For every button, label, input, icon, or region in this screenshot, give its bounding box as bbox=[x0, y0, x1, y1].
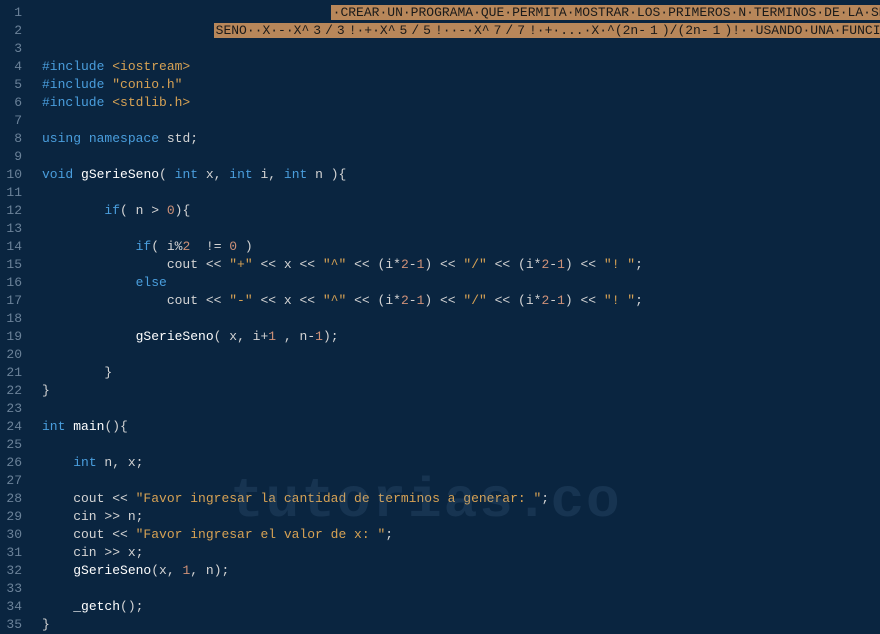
line-number: 13 bbox=[4, 220, 22, 238]
line-number: 32 bbox=[4, 562, 22, 580]
code-line[interactable]: void gSerieSeno( int x, int i, int n ){ bbox=[30, 166, 880, 184]
code-line[interactable]: cin >> n; bbox=[30, 508, 880, 526]
line-number: 18 bbox=[4, 310, 22, 328]
line-number: 10 bbox=[4, 166, 22, 184]
line-number: 11 bbox=[4, 184, 22, 202]
code-line[interactable]: #include <stdlib.h> bbox=[30, 94, 880, 112]
line-number: 28 bbox=[4, 490, 22, 508]
code-line[interactable] bbox=[30, 184, 880, 202]
line-number: 22 bbox=[4, 382, 22, 400]
code-line[interactable]: gSerieSeno( x, i+1 , n-1); bbox=[30, 328, 880, 346]
code-line[interactable]: ·CREAR·UN·PROGRAMA·QUE·PERMITA·MOSTRAR·L… bbox=[30, 4, 880, 22]
code-line[interactable]: #include "conio.h" bbox=[30, 76, 880, 94]
line-number: 12 bbox=[4, 202, 22, 220]
line-number: 8 bbox=[4, 130, 22, 148]
code-line[interactable]: } bbox=[30, 382, 880, 400]
code-line[interactable] bbox=[30, 436, 880, 454]
code-line[interactable]: using namespace std; bbox=[30, 130, 880, 148]
code-line[interactable]: cout << "Favor ingresar el valor de x: "… bbox=[30, 526, 880, 544]
code-line[interactable]: int main(){ bbox=[30, 418, 880, 436]
code-line[interactable]: } bbox=[30, 616, 880, 634]
code-line[interactable]: if( i%2 != 0 ) bbox=[30, 238, 880, 256]
code-line[interactable]: #include <iostream> bbox=[30, 58, 880, 76]
line-number: 2 bbox=[4, 22, 22, 40]
code-line[interactable] bbox=[30, 346, 880, 364]
code-line[interactable]: cout << "Favor ingresar la cantidad de t… bbox=[30, 490, 880, 508]
line-number: 34 bbox=[4, 598, 22, 616]
line-number: 16 bbox=[4, 274, 22, 292]
code-line[interactable]: SENO··X·-·X^3/3!·+·X^5/5!··-·X^7/7!·+·..… bbox=[30, 22, 880, 40]
code-line[interactable] bbox=[30, 220, 880, 238]
code-line[interactable] bbox=[30, 112, 880, 130]
code-line[interactable] bbox=[30, 472, 880, 490]
code-line[interactable]: } bbox=[30, 364, 880, 382]
code-line[interactable] bbox=[30, 148, 880, 166]
code-line[interactable]: _getch(); bbox=[30, 598, 880, 616]
line-number-gutter: 1234567891011121314151617181920212223242… bbox=[0, 0, 30, 560]
code-line[interactable]: gSerieSeno(x, 1, n); bbox=[30, 562, 880, 580]
line-number: 20 bbox=[4, 346, 22, 364]
line-number: 29 bbox=[4, 508, 22, 526]
code-line[interactable]: else bbox=[30, 274, 880, 292]
line-number: 30 bbox=[4, 526, 22, 544]
line-number: 26 bbox=[4, 454, 22, 472]
line-number: 5 bbox=[4, 76, 22, 94]
line-number: 24 bbox=[4, 418, 22, 436]
line-number: 7 bbox=[4, 112, 22, 130]
line-number: 17 bbox=[4, 292, 22, 310]
line-number: 4 bbox=[4, 58, 22, 76]
line-number: 15 bbox=[4, 256, 22, 274]
code-line[interactable] bbox=[30, 310, 880, 328]
line-number: 31 bbox=[4, 544, 22, 562]
code-line[interactable]: if( n > 0){ bbox=[30, 202, 880, 220]
line-number: 9 bbox=[4, 148, 22, 166]
code-line[interactable] bbox=[30, 400, 880, 418]
code-area[interactable]: tutorias.co ·CREAR·UN·PROGRAMA·QUE·PERMI… bbox=[30, 0, 880, 560]
line-number: 21 bbox=[4, 364, 22, 382]
code-line[interactable]: cin >> x; bbox=[30, 544, 880, 562]
line-number: 6 bbox=[4, 94, 22, 112]
line-number: 27 bbox=[4, 472, 22, 490]
line-number: 1 bbox=[4, 4, 22, 22]
line-number: 33 bbox=[4, 580, 22, 598]
code-line[interactable]: cout << "-" << x << "^" << (i*2-1) << "/… bbox=[30, 292, 880, 310]
line-number: 35 bbox=[4, 616, 22, 634]
code-line[interactable] bbox=[30, 580, 880, 598]
line-number: 14 bbox=[4, 238, 22, 256]
code-line[interactable] bbox=[30, 40, 880, 58]
line-number: 25 bbox=[4, 436, 22, 454]
line-number: 3 bbox=[4, 40, 22, 58]
code-line[interactable]: cout << "+" << x << "^" << (i*2-1) << "/… bbox=[30, 256, 880, 274]
code-editor: 1234567891011121314151617181920212223242… bbox=[0, 0, 880, 560]
line-number: 23 bbox=[4, 400, 22, 418]
code-line[interactable]: int n, x; bbox=[30, 454, 880, 472]
line-number: 19 bbox=[4, 328, 22, 346]
